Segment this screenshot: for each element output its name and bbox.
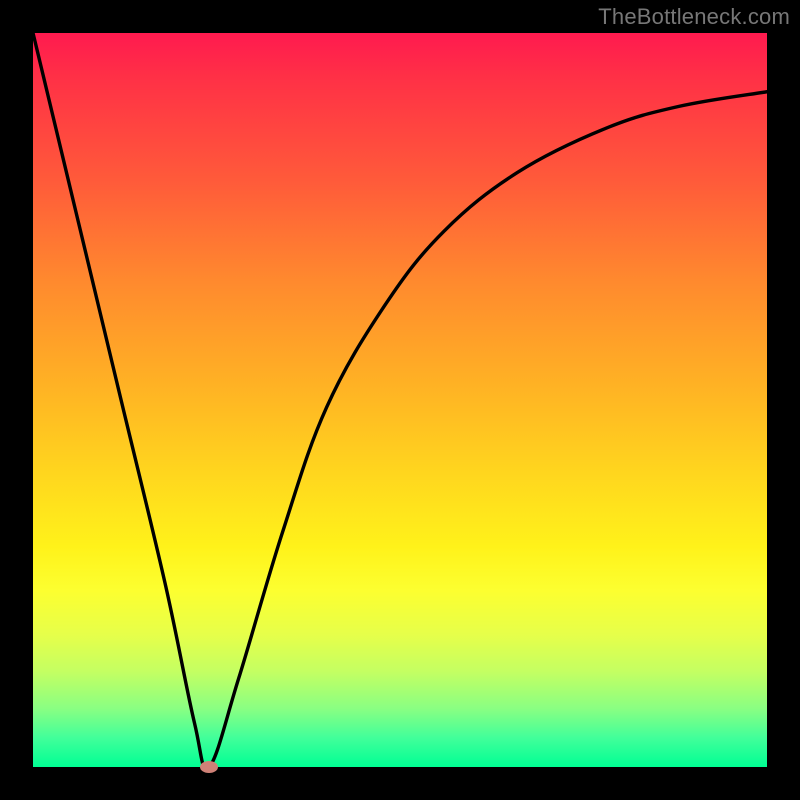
bottleneck-curve-path: [33, 33, 767, 767]
chart-frame: TheBottleneck.com: [0, 0, 800, 800]
curve-svg: [33, 33, 767, 767]
plot-area: [33, 33, 767, 767]
min-marker: [200, 761, 218, 773]
watermark-label: TheBottleneck.com: [598, 4, 790, 30]
